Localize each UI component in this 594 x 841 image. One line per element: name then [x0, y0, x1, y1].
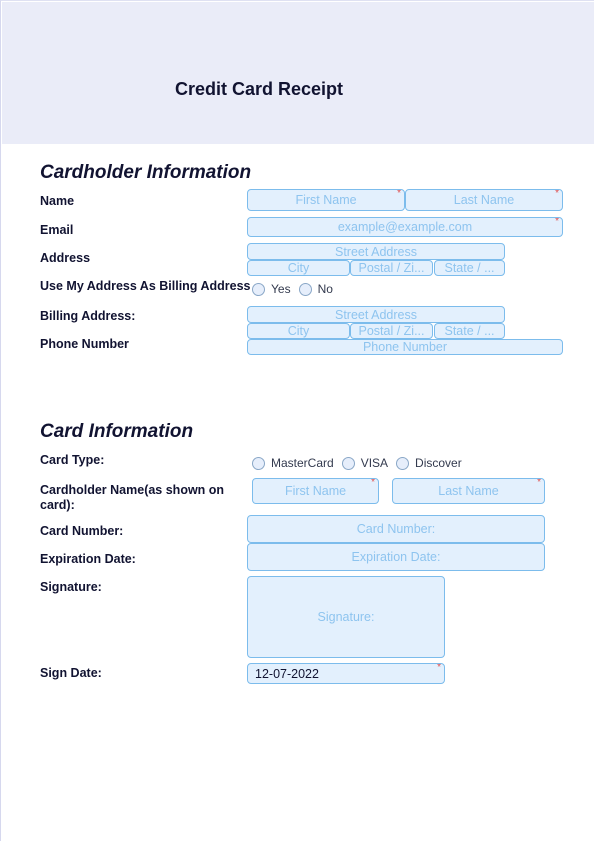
- state-placeholder: State / ...: [444, 261, 495, 275]
- cardholder-section-title: Cardholder Information: [40, 162, 252, 183]
- billing-state-input[interactable]: State / ...: [434, 323, 505, 339]
- last-name-input[interactable]: Last Name *: [405, 189, 563, 211]
- signature-label: Signature:: [40, 580, 102, 594]
- city-input[interactable]: City: [247, 260, 350, 276]
- required-icon: *: [537, 478, 541, 488]
- card-number-label: Card Number:: [40, 524, 124, 538]
- required-icon: *: [371, 478, 375, 488]
- billing-postal-input[interactable]: Postal / Zi...: [350, 323, 433, 339]
- card-first-name-placeholder: First Name: [284, 484, 347, 498]
- expiration-input[interactable]: Expiration Date:: [247, 543, 545, 571]
- postal-input[interactable]: Postal / Zi...: [350, 260, 433, 276]
- no-radio-label[interactable]: No: [318, 282, 333, 296]
- visa-radio-label[interactable]: VISA: [361, 456, 388, 470]
- city-placeholder: City: [287, 261, 310, 275]
- use-billing-label: Use My Address As Billing Address: [40, 279, 251, 293]
- street-address-input[interactable]: Street Address: [247, 243, 505, 260]
- card-number-input[interactable]: Card Number:: [247, 515, 545, 543]
- phone-input[interactable]: Phone Number: [247, 339, 563, 355]
- header-banner: Credit Card Receipt: [2, 2, 594, 144]
- billing-street-placeholder: Street Address: [335, 307, 417, 322]
- first-name-input[interactable]: First Name *: [247, 189, 405, 211]
- required-icon: *: [397, 189, 401, 199]
- billing-address-label: Billing Address:: [40, 309, 136, 323]
- postal-placeholder: Postal / Zi...: [358, 261, 425, 275]
- sign-date-input[interactable]: 12-07-2022 *: [247, 663, 445, 684]
- phone-label: Phone Number: [40, 337, 129, 351]
- billing-street-input[interactable]: Street Address: [247, 306, 505, 323]
- expiration-label: Expiration Date:: [40, 552, 136, 566]
- card-first-name-input[interactable]: First Name *: [252, 478, 379, 504]
- email-input[interactable]: example@example.com *: [247, 217, 563, 237]
- state-input[interactable]: State / ...: [434, 260, 505, 276]
- no-radio[interactable]: [298, 282, 312, 296]
- billing-postal-placeholder: Postal / Zi...: [358, 324, 425, 338]
- card-last-name-input[interactable]: Last Name *: [392, 478, 545, 504]
- billing-city-input[interactable]: City: [247, 323, 350, 339]
- cardholder-name-label: Cardholder Name(as shown on card):: [40, 483, 225, 512]
- card-last-name-placeholder: Last Name: [438, 484, 499, 498]
- card-section-title: Card Information: [40, 421, 194, 442]
- card-type-radio-group: MasterCard VISA Discover: [252, 456, 470, 470]
- card-number-placeholder: Card Number:: [356, 522, 436, 536]
- yes-radio-label[interactable]: Yes: [271, 282, 291, 296]
- visa-radio[interactable]: [341, 456, 355, 470]
- email-placeholder: example@example.com: [337, 220, 473, 234]
- billing-city-placeholder: City: [287, 324, 310, 338]
- mastercard-radio[interactable]: [252, 456, 265, 470]
- required-icon: *: [555, 189, 559, 199]
- yes-radio[interactable]: [252, 282, 265, 296]
- email-label: Email: [40, 223, 74, 237]
- required-icon: *: [555, 217, 559, 227]
- street-address-placeholder: Street Address: [335, 244, 417, 259]
- last-name-placeholder: Last Name: [453, 193, 515, 207]
- signature-placeholder: Signature:: [317, 610, 375, 624]
- page-title: Credit Card Receipt: [175, 79, 344, 99]
- phone-placeholder: Phone Number: [362, 340, 448, 354]
- first-name-placeholder: First Name: [295, 193, 357, 207]
- discover-radio-label[interactable]: Discover: [415, 456, 462, 470]
- name-label: Name: [40, 194, 75, 208]
- billing-state-placeholder: State / ...: [444, 324, 495, 338]
- card-type-label: Card Type:: [40, 453, 105, 467]
- sign-date-value: 12-07-2022: [255, 666, 319, 681]
- use-billing-radio-group: Yes No: [252, 282, 341, 296]
- sign-date-label: Sign Date:: [40, 666, 102, 680]
- receipt-page: Credit Card Receipt Cardholder Informati…: [0, 0, 594, 841]
- mastercard-radio-label[interactable]: MasterCard: [271, 456, 334, 470]
- discover-radio[interactable]: [396, 456, 410, 470]
- expiration-placeholder: Expiration Date:: [351, 550, 441, 564]
- required-icon: *: [437, 663, 441, 673]
- signature-pad[interactable]: Signature:: [247, 576, 445, 658]
- address-label: Address: [40, 251, 91, 265]
